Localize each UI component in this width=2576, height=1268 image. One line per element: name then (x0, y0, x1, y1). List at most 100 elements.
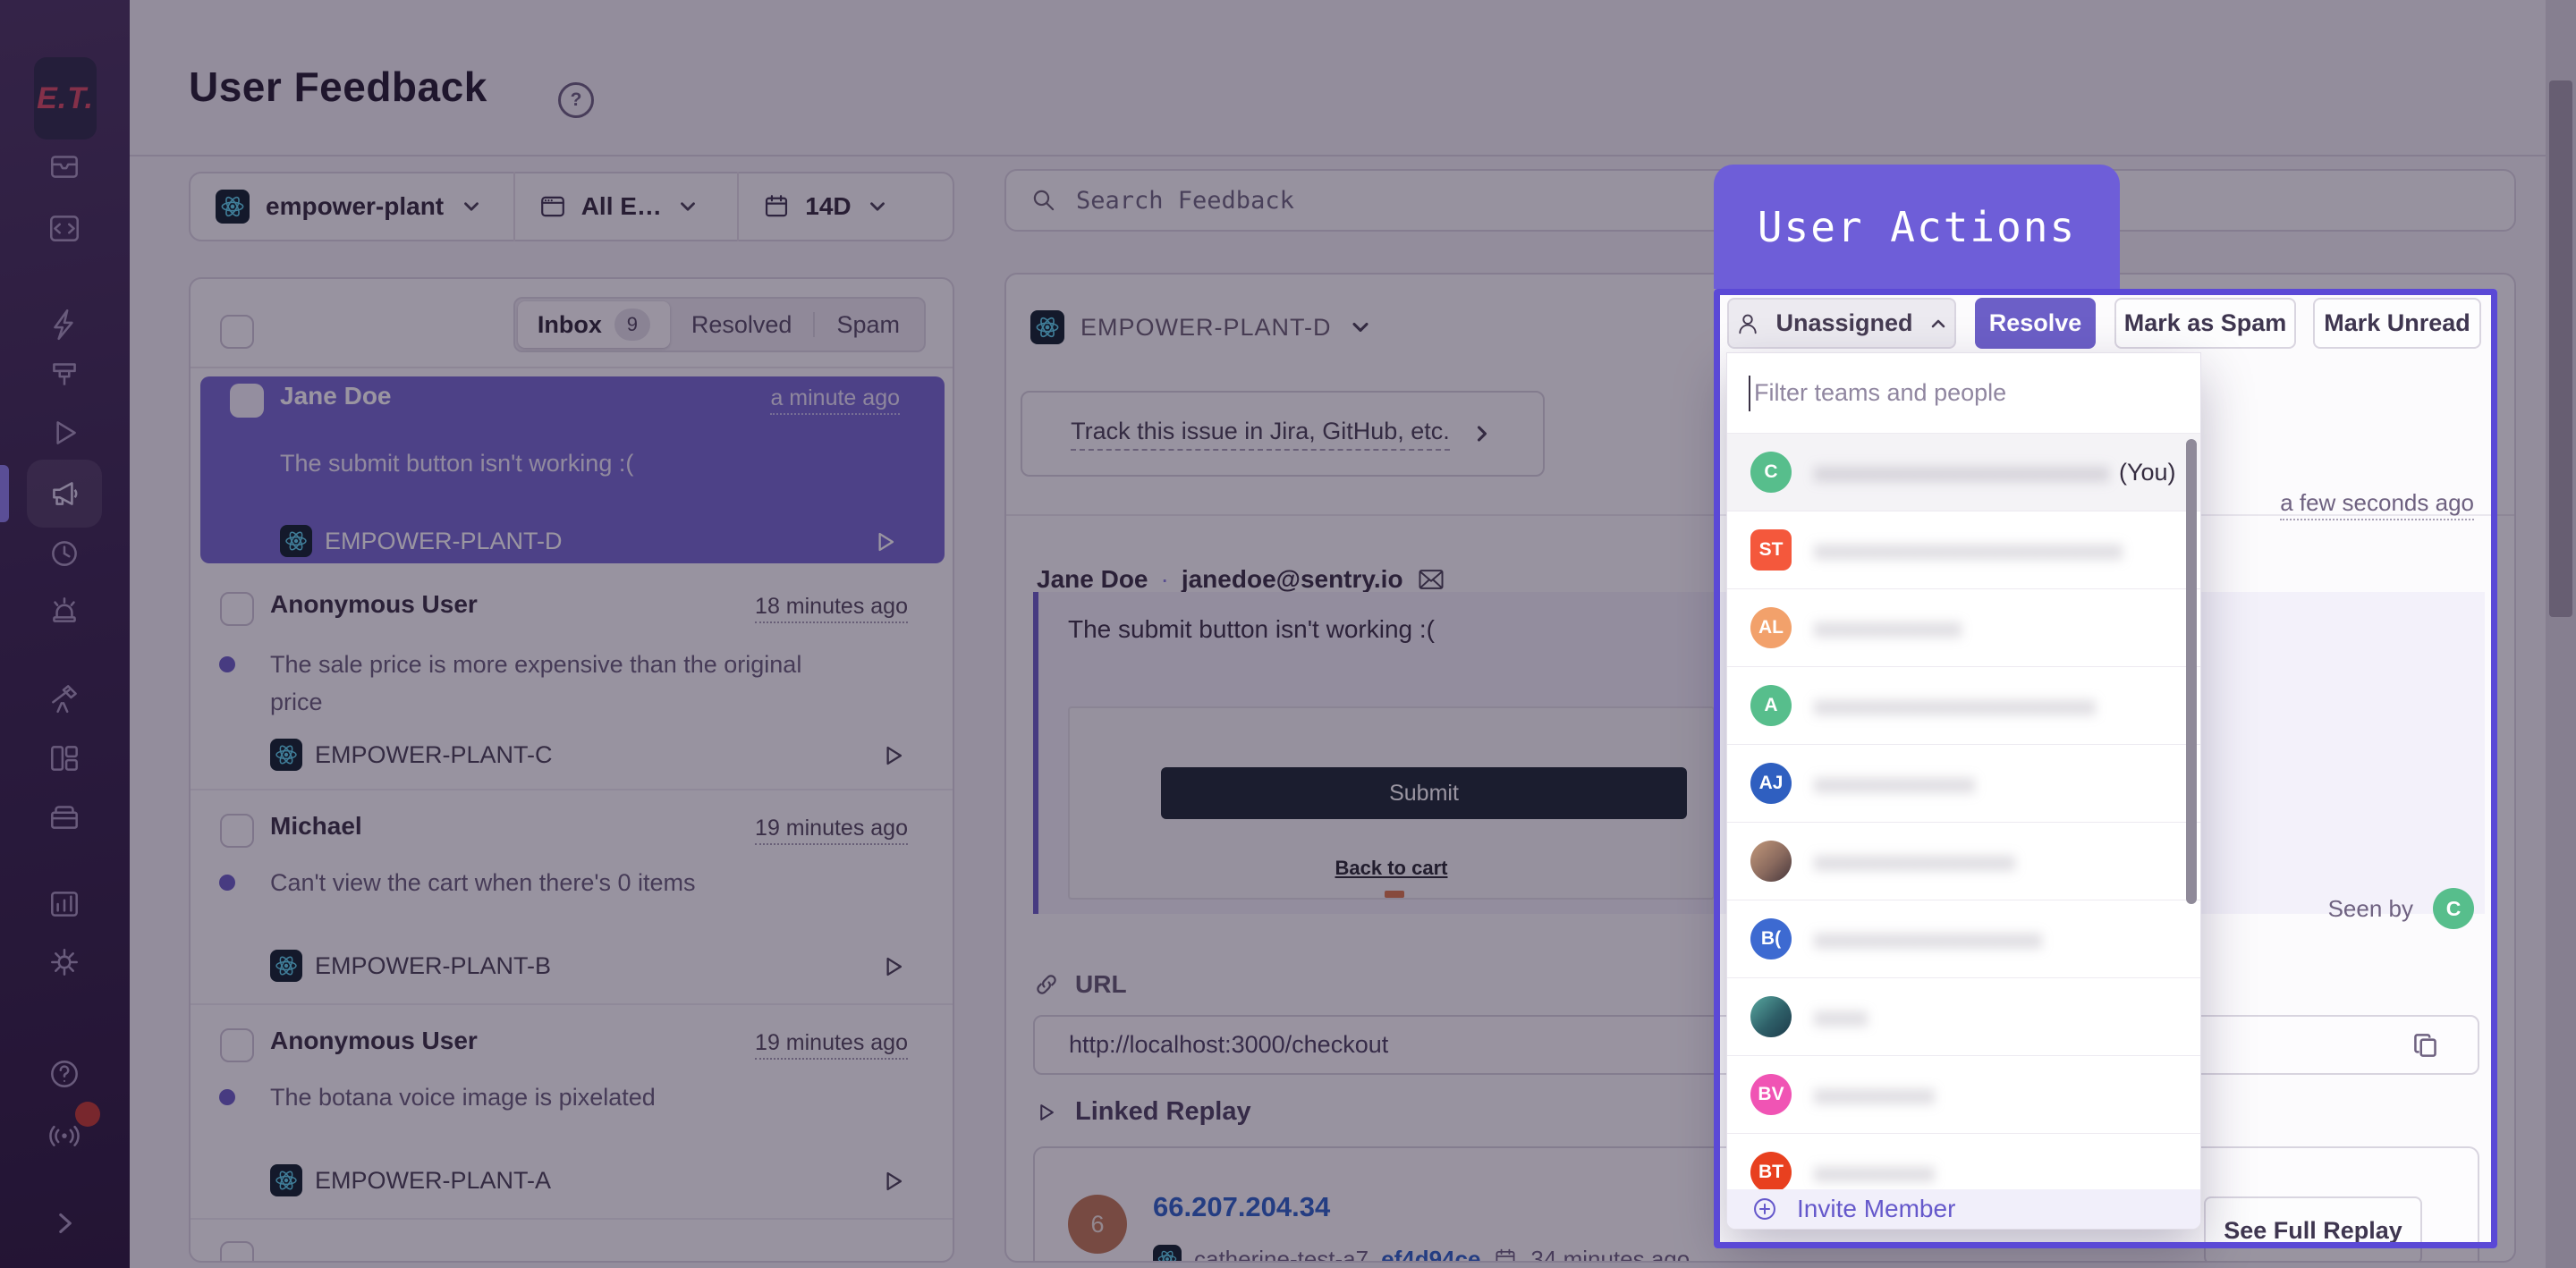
lightning-icon[interactable] (47, 307, 82, 342)
resolve-button[interactable]: Resolve (1975, 298, 2096, 349)
explore-icon[interactable] (47, 210, 82, 246)
member-avatar: AJ (1750, 763, 1792, 804)
issues-icon[interactable] (47, 148, 82, 184)
environment-filter[interactable]: All E… (515, 173, 738, 240)
item-checkbox[interactable] (220, 1028, 254, 1062)
archive-box-icon[interactable] (47, 799, 82, 834)
feedback-item-selected[interactable]: Jane Doe a minute ago The submit button … (200, 376, 945, 563)
member-name-redacted: xxxx (1815, 1003, 1868, 1031)
page-help-icon[interactable]: ? (558, 82, 594, 118)
replays-icon[interactable] (47, 415, 82, 451)
mail-icon[interactable] (1416, 564, 1446, 595)
assignee-dropdown-button[interactable]: Unassigned (1727, 298, 1956, 349)
feedback-author: Anonymous User (270, 1027, 478, 1055)
mark-as-spam-button[interactable]: Mark as Spam (2114, 298, 2296, 349)
assignee-option[interactable]: B( xxxxxxxxxxxxxxxxx (1727, 900, 2200, 978)
select-all-checkbox[interactable] (220, 315, 254, 349)
chevron-down-icon (460, 195, 483, 218)
feedback-time: 18 minutes ago (755, 594, 908, 623)
member-name-redacted: xxxxxxxxxxxx (1815, 770, 1976, 798)
settings-gear-icon[interactable] (47, 944, 82, 980)
copy-icon[interactable] (2408, 1027, 2444, 1063)
assignee-option[interactable]: AL xxxxxxxxxxx (1727, 589, 2200, 667)
item-checkbox[interactable] (220, 592, 254, 626)
page-scrollbar-track[interactable] (2546, 0, 2576, 1268)
feedback-item[interactable]: Michael 19 minutes ago Can't view the ca… (191, 789, 953, 1003)
url-value: http://localhost:3000/checkout (1069, 1031, 1388, 1059)
replay-play-icon[interactable] (869, 527, 900, 557)
filter-squeegee-icon[interactable] (47, 356, 82, 392)
help-icon[interactable] (47, 1056, 82, 1092)
window-icon (538, 192, 567, 221)
react-platform-icon (216, 190, 250, 224)
assignee-filter-input[interactable]: Filter teams and people (1727, 353, 2200, 434)
linked-replay-header[interactable]: Linked Replay (1032, 1097, 1251, 1127)
calendar-icon (1493, 1247, 1518, 1263)
page-scrollbar-thumb[interactable] (2549, 80, 2572, 617)
details-timestamp[interactable]: a few seconds ago (2280, 489, 2474, 520)
track-issue-button[interactable]: Track this issue in Jira, GitHub, etc. (1021, 391, 1545, 477)
you-suffix: (You) (2119, 459, 2176, 486)
search-icon (1030, 186, 1058, 215)
project-filter[interactable]: empower-plant (191, 173, 513, 240)
sidebar-collapse-icon[interactable] (47, 1205, 82, 1241)
project-slug: EMPOWER-PLANT-C (315, 741, 553, 769)
assignee-option-you[interactable]: C xxxxxxxxxxxxxxxxxxxxxx (You) (1727, 434, 2200, 511)
details-project-header[interactable]: EMPOWER-PLANT-D (1030, 310, 1373, 344)
project-slug: EMPOWER-PLANT-A (315, 1167, 551, 1195)
feedback-item[interactable]: Anonymous User 19 minutes ago The botana… (191, 1003, 953, 1218)
project-filter-value: empower-plant (266, 192, 444, 221)
replay-short-id[interactable]: ef4d94ce (1381, 1246, 1480, 1264)
assignee-option-team[interactable]: ST xxxxxxxxxxxxxxxxxxxxxxx (1727, 511, 2200, 589)
see-full-replay-button[interactable]: See Full Replay (2204, 1196, 2422, 1263)
feedback-screenshot[interactable]: Submit Back to cart (1068, 706, 1715, 900)
tab-inbox[interactable]: Inbox 9 (518, 301, 670, 348)
item-checkbox[interactable] (230, 384, 264, 418)
tab-resolved[interactable]: Resolved (670, 311, 814, 339)
date-filter[interactable]: 14D (739, 173, 953, 240)
feedback-project: EMPOWER-PLANT-D (280, 525, 563, 557)
feedback-preview: The botana voice image is pixelated (270, 1078, 860, 1116)
replay-play-icon[interactable] (877, 1166, 908, 1196)
org-logo[interactable]: E.T. (34, 57, 97, 139)
feedback-item[interactable]: Anonymous User 18 minutes ago The sale p… (191, 563, 953, 789)
assignee-dropdown-menu: Filter teams and people C xxxxxxxxxxxxxx… (1726, 352, 2201, 1230)
assignee-option[interactable]: A xxxxxxxxxxxxxxxxxxxxx (1727, 667, 2200, 745)
assignee-option[interactable]: xxxx (1727, 978, 2200, 1056)
item-checkbox[interactable] (220, 814, 254, 848)
react-platform-icon (270, 1164, 302, 1196)
assignee-option[interactable]: xxxxxxxxxxxxxxx (1727, 823, 2200, 900)
dashboards-icon[interactable] (47, 740, 82, 776)
link-icon (1032, 970, 1061, 999)
item-divider (191, 1218, 953, 1220)
replay-play-icon[interactable] (877, 951, 908, 982)
history-clock-icon[interactable] (47, 535, 82, 571)
assignee-option[interactable]: BV xxxxxxxxx (1727, 1056, 2200, 1134)
member-name-redacted: xxxxxxxxxxxxxxxxxxxxxx (1815, 459, 2110, 486)
member-avatar: BV (1750, 1074, 1792, 1115)
feedback-megaphone-icon[interactable] (47, 476, 82, 511)
alerts-siren-icon[interactable] (47, 592, 82, 628)
feedback-author: Michael (270, 812, 362, 841)
invite-member-row[interactable]: Invite Member (1727, 1189, 2200, 1229)
tab-spam[interactable]: Spam (815, 311, 921, 339)
project-slug: EMPOWER-PLANT-B (315, 952, 551, 980)
dropdown-scrollbar[interactable] (2186, 439, 2197, 904)
assignee-option[interactable]: AJ xxxxxxxxxxxx (1727, 745, 2200, 823)
sidebar: E.T. (0, 0, 130, 1268)
member-avatar: AL (1750, 607, 1792, 648)
feedback-list-panel: Inbox 9 Resolved Spam Jane Doe a minute … (189, 277, 954, 1263)
mark-unread-button[interactable]: Mark Unread (2313, 298, 2481, 349)
item-checkbox[interactable] (220, 1241, 254, 1263)
seen-by-label: Seen by (2328, 895, 2413, 923)
member-name-redacted: xxxxxxxxx (1815, 1159, 1936, 1187)
play-icon (1032, 1099, 1059, 1126)
seen-by-row: Seen by C (2328, 888, 2474, 929)
replay-ip-link[interactable]: 66.207.204.34 (1153, 1191, 1330, 1223)
reporter-name: Jane Doe (1037, 565, 1148, 594)
stats-chart-icon[interactable] (47, 886, 82, 922)
notification-dot (75, 1102, 100, 1127)
discover-telescope-icon[interactable] (47, 680, 82, 715)
replay-play-icon[interactable] (877, 740, 908, 771)
react-platform-icon (270, 950, 302, 982)
